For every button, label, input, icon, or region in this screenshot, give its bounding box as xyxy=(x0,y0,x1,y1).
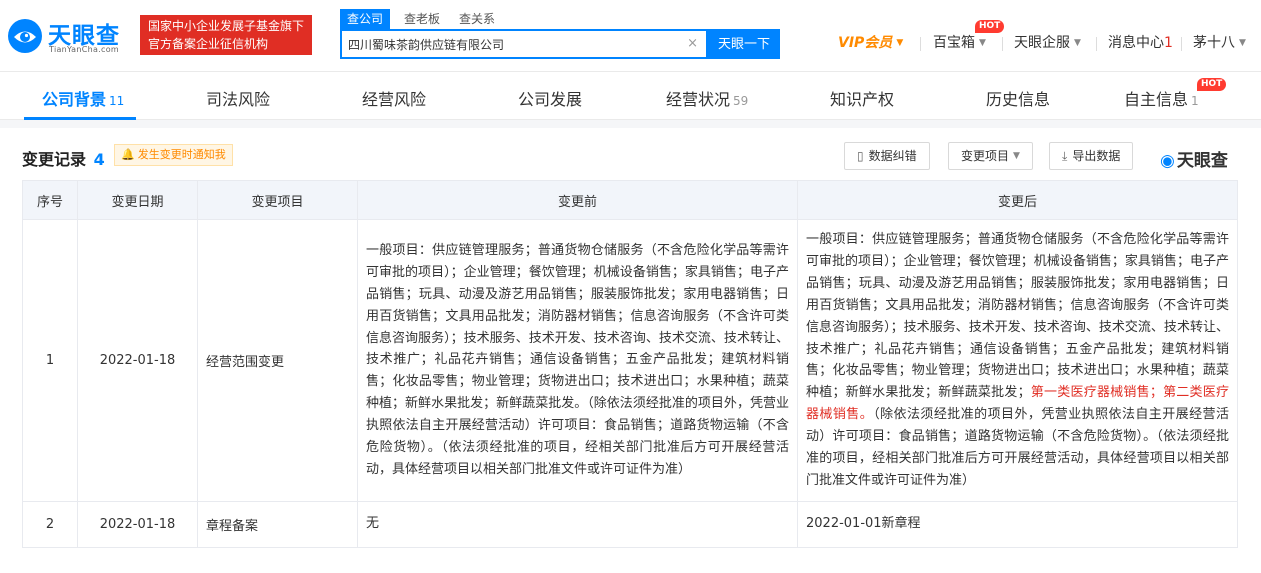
search-button[interactable]: 天眼一下 xyxy=(708,29,780,59)
after-content: 一般项目：供应链管理服务；普通货物仓储服务（不含危险化学品等需许可审批的项目）；… xyxy=(797,219,1238,502)
site-logo[interactable]: 天眼查 TianYanCha.com xyxy=(6,14,134,58)
search-input[interactable] xyxy=(348,34,678,54)
row-index: 1 xyxy=(22,219,78,502)
tab-label: 自主信息 xyxy=(1124,90,1189,109)
top-header: 天眼查 TianYanCha.com 国家中小企业发展子基金旗下 官方备案企业征… xyxy=(0,0,1261,72)
search-tab-relation[interactable]: 查关系 xyxy=(459,9,495,29)
before-content: 无 xyxy=(357,500,798,548)
change-records-table: 序号 变更日期 变更项目 变更前 变更后 1 2022-01-18 经营范围变更… xyxy=(22,180,1238,548)
tab-business-status[interactable]: 经营状况 59 xyxy=(666,86,748,110)
bell-icon: 🔔 xyxy=(121,148,135,161)
official-banner[interactable]: 国家中小企业发展子基金旗下 官方备案企业征信机构 xyxy=(140,15,312,55)
change-date: 2022-01-18 xyxy=(77,219,198,502)
section-count: 4 xyxy=(93,150,105,169)
tab-label: 公司背景 xyxy=(42,90,107,109)
tab-self-info[interactable]: 自主信息 1 xyxy=(1124,86,1199,110)
column-header: 变更日期 xyxy=(77,180,198,220)
tab-label: 历史信息 xyxy=(986,90,1051,109)
tab-label: 司法风险 xyxy=(206,90,271,109)
company-subnav: 公司背景 11 司法风险 经营风险 公司发展 经营状况 59 知识产权 历史信息 自… xyxy=(0,72,1261,120)
banner-line-1: 国家中小企业发展子基金旗下 xyxy=(148,19,305,33)
after-content: 2022-01-01新章程 xyxy=(797,500,1238,548)
column-header: 变更项目 xyxy=(197,180,358,220)
tab-label: 知识产权 xyxy=(830,90,895,109)
banner-line-2: 官方备案企业征信机构 xyxy=(148,37,269,51)
search-box: × xyxy=(340,29,708,59)
tab-count: 59 xyxy=(733,94,749,108)
change-date: 2022-01-18 xyxy=(77,500,198,548)
tab-company-development[interactable]: 公司发展 xyxy=(518,86,582,110)
tab-legal-risk[interactable]: 司法风险 xyxy=(206,86,270,110)
tab-count: 11 xyxy=(109,94,125,108)
vip-menu[interactable]: VIP会员 ▼ xyxy=(838,33,903,53)
user-menu[interactable]: 茅十八 ▼ xyxy=(1193,33,1246,53)
section-title-text: 变更记录 xyxy=(22,150,87,169)
change-item: 章程备案 xyxy=(197,500,358,548)
hot-badge: HOT xyxy=(975,20,1005,33)
divider xyxy=(920,37,921,51)
message-center[interactable]: 消息中心1 xyxy=(1108,33,1173,53)
document-icon: ▯ xyxy=(857,149,864,163)
download-icon: ⤓ xyxy=(1062,149,1068,163)
tab-business-risk[interactable]: 经营风险 xyxy=(362,86,426,110)
chevron-down-icon: ▼ xyxy=(1239,38,1246,48)
chevron-down-icon: ▼ xyxy=(979,38,986,48)
button-label: 变更项目 xyxy=(961,149,1010,163)
hot-badge: HOT xyxy=(1197,78,1227,91)
tab-label: 公司发展 xyxy=(518,90,583,109)
tab-history[interactable]: 历史信息 xyxy=(986,86,1050,110)
enterprise-menu[interactable]: 天眼企服 ▼ xyxy=(1014,33,1081,53)
after-text: 一般项目：供应链管理服务；普通货物仓储服务（不含危险化学品等需许可审批的项目）；… xyxy=(806,232,1229,401)
data-correction-button[interactable]: ▯ 数据纠错 xyxy=(844,142,930,170)
logo-icon: ◉ xyxy=(1160,151,1175,171)
vip-label: VIP会员 xyxy=(838,35,893,51)
tab-intellectual-property[interactable]: 知识产权 xyxy=(830,86,894,110)
user-name: 茅十八 xyxy=(1193,35,1235,51)
button-label: 导出数据 xyxy=(1072,149,1121,163)
active-tab-underline xyxy=(24,117,136,120)
tab-label: 经营风险 xyxy=(362,90,427,109)
message-center-label: 消息中心 xyxy=(1108,35,1164,51)
export-data-button[interactable]: ⤓ 导出数据 xyxy=(1049,142,1134,170)
chevron-down-icon: ▼ xyxy=(1013,151,1020,161)
search-tab-boss[interactable]: 查老板 xyxy=(404,9,440,29)
message-count-badge: 1 xyxy=(1164,35,1173,51)
chevron-down-icon: ▼ xyxy=(1074,38,1081,48)
table-row: 2 2022-01-18 章程备案 无 2022-01-01新章程 xyxy=(22,500,1238,548)
change-records-panel: 变更记录 4 🔔 发生变更时通知我 ▯ 数据纠错 变更项目 ▼ ⤓ 导出数据 ◉ 天眼查 … xyxy=(0,128,1261,573)
button-label: 数据纠错 xyxy=(868,149,917,163)
enterprise-label: 天眼企服 xyxy=(1014,35,1070,51)
divider xyxy=(1002,37,1003,51)
section-title: 变更记录 4 xyxy=(22,146,105,170)
table-header-row: 序号 变更日期 变更项目 变更前 变更后 xyxy=(22,180,1238,220)
brand-text: 天眼查 xyxy=(1176,151,1228,171)
notify-on-change-button[interactable]: 🔔 发生变更时通知我 xyxy=(114,144,233,166)
table-row: 1 2022-01-18 经营范围变更 一般项目：供应链管理服务；普通货物仓储服… xyxy=(22,219,1238,502)
divider xyxy=(1181,37,1182,51)
column-header: 变更后 xyxy=(797,180,1238,220)
column-header: 变更前 xyxy=(357,180,798,220)
before-content: 一般项目：供应链管理服务；普通货物仓储服务（不含危险化学品等需许可审批的项目）；… xyxy=(357,219,798,502)
logo-subtext: TianYanCha.com xyxy=(49,45,119,54)
logo-icon xyxy=(8,19,42,53)
baibaoxiang-label: 百宝箱 xyxy=(933,35,975,51)
brand-watermark: ◉ 天眼查 xyxy=(1160,146,1228,171)
clear-icon[interactable]: × xyxy=(687,36,698,52)
divider xyxy=(1096,37,1097,51)
baibaoxiang-menu[interactable]: 百宝箱 ▼ xyxy=(933,33,986,53)
change-item-filter[interactable]: 变更项目 ▼ xyxy=(948,142,1033,170)
column-header: 序号 xyxy=(22,180,78,220)
change-item: 经营范围变更 xyxy=(197,219,358,502)
tab-count: 1 xyxy=(1191,94,1199,108)
tab-label: 经营状况 xyxy=(666,90,731,109)
tab-company-background[interactable]: 公司背景 11 xyxy=(42,86,124,110)
row-index: 2 xyxy=(22,500,78,548)
search-tab-company[interactable]: 查公司 xyxy=(340,9,391,29)
chevron-down-icon: ▼ xyxy=(896,38,904,48)
notify-label: 发生变更时通知我 xyxy=(137,148,226,161)
